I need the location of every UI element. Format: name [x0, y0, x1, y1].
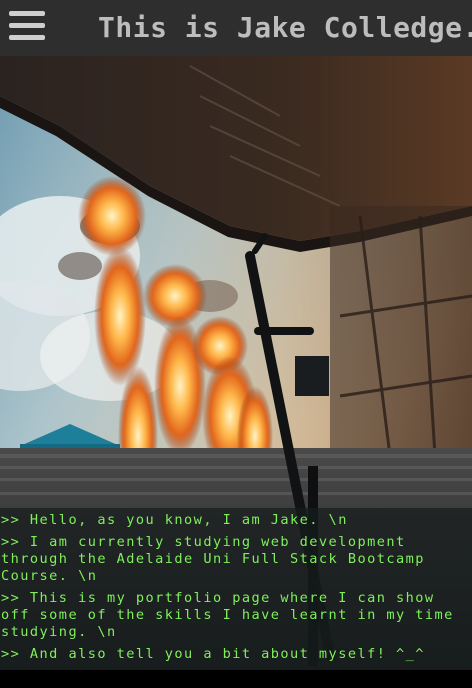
bottom-bar — [0, 670, 472, 688]
terminal-line: >> And also tell you a bit about myself!… — [1, 646, 425, 662]
menu-bar-line — [9, 11, 45, 16]
terminal-line: >> This is my portfolio page where I can… — [1, 590, 464, 640]
menu-bar-line — [9, 35, 45, 40]
menu-bar-line — [9, 23, 45, 28]
hamburger-menu-icon[interactable] — [9, 11, 47, 43]
page-title: This is Jake Colledge. — [98, 11, 472, 44]
terminal-intro-text: >> Hello, as you know, I am Jake. \n >> … — [0, 508, 472, 670]
terminal-line: >> Hello, as you know, I am Jake. \n — [1, 512, 348, 528]
top-header: This is Jake Colledge. — [0, 0, 472, 56]
terminal-line: >> I am currently studying web developme… — [1, 534, 435, 584]
